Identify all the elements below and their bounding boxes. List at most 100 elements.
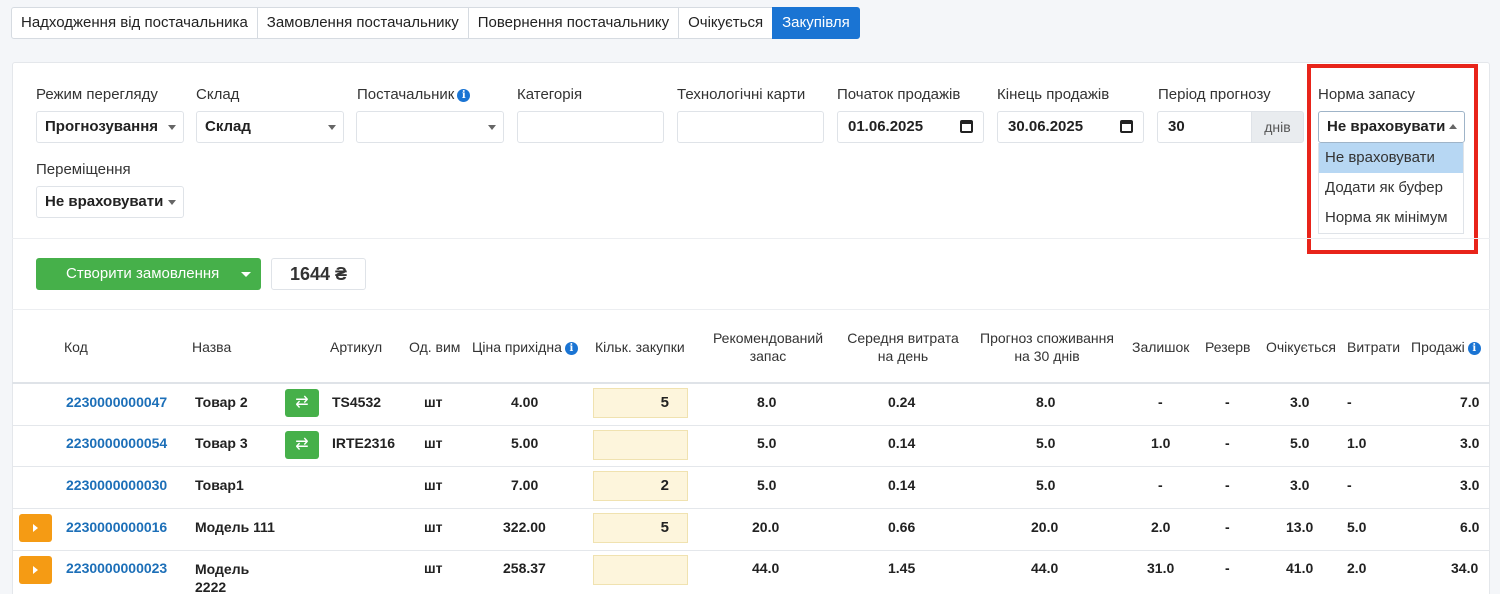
expected: 13.0: [1286, 519, 1314, 535]
recommended-stock: 5.0: [757, 477, 777, 493]
forecast: 44.0: [1031, 560, 1059, 576]
order-total: 1644 ₴: [271, 258, 366, 290]
sales-end-date-field[interactable]: 30.06.2025: [997, 111, 1144, 143]
product-code-link[interactable]: 2230000000016: [66, 519, 167, 535]
row-divider: [12, 550, 1490, 551]
unit: шт: [424, 519, 443, 535]
col-forecast: Прогноз споживання на 30 днів: [980, 330, 1114, 364]
recommended-stock: 44.0: [752, 560, 780, 576]
info-icon[interactable]: i: [457, 89, 471, 102]
purchase-qty-input[interactable]: 5: [593, 513, 688, 543]
chevron-down-icon: [168, 125, 176, 130]
category-input[interactable]: [517, 111, 664, 143]
movement-select[interactable]: Не враховувати: [36, 186, 184, 218]
reserve: -: [1225, 519, 1230, 535]
product-name: Модель 111: [195, 519, 275, 535]
chevron-down-icon: [168, 200, 176, 205]
create-order-button[interactable]: Створити замовлення: [36, 258, 261, 290]
sales: 6.0: [1460, 519, 1480, 535]
col-article: Артикул: [330, 339, 383, 355]
sales-start-date-field[interactable]: 01.06.2025: [837, 111, 984, 143]
supplier-label: Постачальник i: [357, 86, 471, 103]
caret-down-icon[interactable]: [241, 272, 251, 277]
reserve: -: [1225, 560, 1230, 576]
sales: 3.0: [1460, 435, 1480, 451]
product-name: Товар1: [195, 477, 244, 493]
avg-use: 0.14: [888, 435, 916, 451]
header-divider: [12, 382, 1490, 384]
purchase-qty-input[interactable]: 2: [593, 471, 688, 501]
unit: шт: [424, 477, 443, 493]
recommended-stock: 5.0: [757, 435, 777, 451]
balance: 2.0: [1151, 519, 1171, 535]
product-code-link[interactable]: 2230000000023: [66, 560, 167, 576]
costs: -: [1347, 394, 1352, 410]
avg-use: 0.14: [888, 477, 916, 493]
sales-start-label: Початок продажів: [837, 86, 961, 103]
tab-bar: Надходження від постачальника Замовлення…: [11, 7, 860, 39]
chevron-down-icon: [488, 125, 496, 130]
swap-icon[interactable]: ⇄: [285, 389, 319, 417]
price: 322.00: [503, 519, 546, 535]
expected: 5.0: [1290, 435, 1310, 451]
reserve: -: [1225, 435, 1230, 451]
purchase-qty-input[interactable]: [593, 555, 688, 585]
price: 4.00: [511, 394, 539, 410]
product-name: Товар 3: [195, 435, 248, 451]
forecast: 8.0: [1036, 394, 1056, 410]
calendar-icon[interactable]: [960, 120, 973, 133]
divider: [12, 309, 1490, 310]
product-name: Модель 2222: [195, 561, 250, 594]
warehouse-label: Склад: [196, 86, 240, 103]
product-code-link[interactable]: 2230000000030: [66, 477, 167, 493]
tab-supplier-receipts[interactable]: Надходження від постачальника: [11, 7, 258, 39]
expected: 3.0: [1290, 394, 1310, 410]
product-code-link[interactable]: 2230000000047: [66, 394, 167, 410]
reserve: -: [1225, 477, 1230, 493]
row-divider: [12, 466, 1490, 467]
info-icon[interactable]: i: [564, 342, 578, 355]
view-mode-select[interactable]: Прогнозування: [36, 111, 184, 143]
col-avg-use: Середня витрата на день: [847, 330, 959, 364]
expand-row-icon[interactable]: [19, 556, 52, 584]
forecast-period-input[interactable]: 30: [1157, 111, 1252, 143]
col-costs: Витрати: [1347, 339, 1401, 355]
info-icon[interactable]: i: [1467, 342, 1481, 355]
balance: 1.0: [1151, 435, 1171, 451]
category-label: Категорія: [517, 86, 583, 103]
expand-row-icon[interactable]: [19, 514, 52, 542]
highlight-box: [1307, 64, 1478, 254]
calendar-icon[interactable]: [1120, 120, 1133, 133]
article: TS4532: [332, 394, 382, 410]
purchase-qty-input[interactable]: 5: [593, 388, 688, 418]
tab-supplier-orders[interactable]: Замовлення постачальнику: [256, 7, 469, 39]
expected: 41.0: [1286, 560, 1314, 576]
forecast: 5.0: [1036, 435, 1056, 451]
tab-expected[interactable]: Очікується: [678, 7, 774, 39]
col-expected: Очікується: [1266, 339, 1337, 355]
costs: 2.0: [1347, 560, 1367, 576]
costs: -: [1347, 477, 1352, 493]
view-mode-label: Режим перегляду: [36, 86, 158, 103]
unit: шт: [424, 560, 443, 576]
recommended-stock: 20.0: [752, 519, 780, 535]
supplier-select[interactable]: [356, 111, 504, 143]
tab-supplier-returns[interactable]: Повернення постачальнику: [467, 7, 680, 39]
sales: 34.0: [1451, 560, 1479, 576]
forecast-period-unit: днів: [1251, 111, 1304, 143]
col-recommended-stock: Рекомендований запас: [712, 330, 824, 364]
col-reserve: Резерв: [1205, 339, 1251, 355]
balance: -: [1158, 394, 1163, 410]
tech-cards-input[interactable]: [677, 111, 824, 143]
tech-cards-label: Технологічні карти: [677, 86, 806, 103]
avg-use: 0.66: [888, 519, 916, 535]
purchase-qty-input[interactable]: [593, 430, 688, 460]
forecast-period-label: Період прогнозу: [1158, 86, 1271, 103]
tab-purchasing[interactable]: Закупівля: [772, 7, 860, 39]
costs: 5.0: [1347, 519, 1367, 535]
sales: 7.0: [1460, 394, 1480, 410]
forecast: 20.0: [1031, 519, 1059, 535]
warehouse-select[interactable]: Склад: [196, 111, 344, 143]
product-code-link[interactable]: 2230000000054: [66, 435, 167, 451]
swap-icon[interactable]: ⇄: [285, 431, 319, 459]
